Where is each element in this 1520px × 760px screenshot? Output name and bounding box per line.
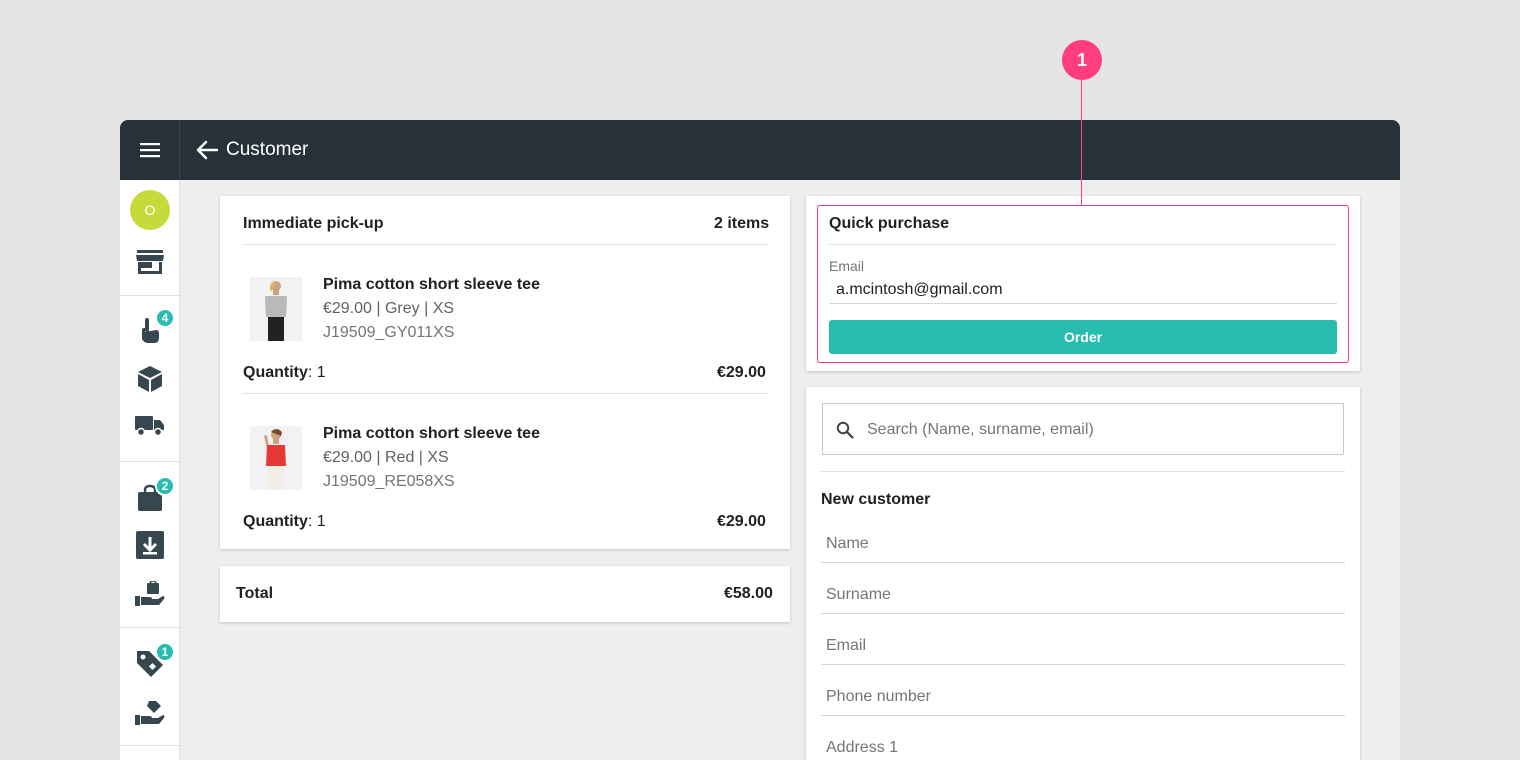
shirt-shape-red [266,445,286,466]
item-price: €29.00 [717,364,766,381]
item-price: €29.00 [717,513,766,530]
avatar: O [130,190,170,230]
email-field[interactable]: a.mcintosh@gmail.com [836,281,1003,299]
top-bar: Customer [120,120,1400,180]
quick-purchase-title: Quick purchase [829,215,950,232]
item-name: Pima cotton short sleeve tee [323,425,540,442]
quantity-value: : 1 [307,364,326,381]
quantity-label: Quantity [243,364,308,381]
back-button[interactable] [194,138,220,162]
quantity-label: Quantity [243,513,308,530]
quantity-value: : 1 [307,513,326,530]
product-thumbnail[interactable] [250,426,302,490]
name-field[interactable] [821,523,1345,563]
item-sku: J19509_RE058XS [323,473,455,490]
search-icon [836,421,854,439]
item-name: Pima cotton short sleeve tee [323,276,540,293]
item-quantity: Quantity: 1 [243,513,326,531]
hand-bag-icon [135,581,165,606]
item-variant: €29.00 | Grey | XS [323,300,455,317]
sidebar-divider [120,295,180,296]
sidebar-item-packages[interactable] [120,359,180,399]
divider [243,244,767,245]
sidebar: O 4 2 1 [120,180,180,760]
pickup-title: Immediate pick-up [243,215,384,232]
tag-count-badge: 1 [155,642,175,662]
address-input[interactable] [826,736,1336,760]
name-input[interactable] [826,532,1336,556]
product-thumbnail[interactable] [250,277,302,341]
callout-badge: 1 [1062,40,1102,80]
product-photo-icon [264,429,286,490]
surname-input[interactable] [826,583,1336,607]
sidebar-item-delivery[interactable] [120,406,180,446]
phone-field[interactable] [821,676,1345,716]
sidebar-item-store[interactable] [120,242,180,282]
sidebar-avatar[interactable]: O [120,190,180,230]
page-title: Customer [226,139,309,160]
sidebar-divider [120,745,180,746]
customer-search[interactable] [822,403,1344,455]
search-input[interactable] [867,418,1327,442]
sidebar-divider [120,627,180,628]
order-button[interactable]: Order [829,320,1337,354]
bag-count-badge: 2 [155,476,175,496]
divider [829,244,1337,245]
phone-input[interactable] [826,685,1336,709]
callout-line [1081,80,1082,206]
package-icon [138,366,162,392]
sidebar-item-handover[interactable] [120,574,180,614]
menu-button[interactable] [120,120,180,180]
truck-icon [135,416,164,437]
pick-count-badge: 4 [155,308,175,328]
hand-tag-icon [135,701,165,725]
item-variant: €29.00 | Red | XS [323,449,449,466]
app-window: Customer O 4 2 1 Immediate pick-up 2 ite… [120,120,1400,760]
sidebar-item-pick[interactable]: 4 [120,308,180,350]
hamburger-icon [139,143,160,158]
new-customer-title: New customer [821,491,931,508]
email-input[interactable] [826,634,1336,658]
shirt-shape-grey [265,296,287,317]
total-card [220,566,790,622]
product-photo-icon [265,281,287,341]
divider [243,393,767,394]
email-field-new[interactable] [821,625,1345,665]
store-icon [136,250,164,274]
download-box-icon [136,531,164,559]
item-sku: J19509_GY011XS [323,324,455,341]
sidebar-item-tags[interactable]: 1 [120,642,180,684]
sidebar-divider [120,461,180,462]
pickup-count: 2 items [714,215,770,232]
total-amount: €58.00 [724,585,773,602]
item-quantity: Quantity: 1 [243,364,326,382]
total-label: Total [236,585,274,602]
address-field[interactable] [821,727,1345,760]
arrow-left-icon [196,140,218,160]
email-label: Email [829,258,865,274]
surname-field[interactable] [821,574,1345,614]
sidebar-item-incoming[interactable] [120,525,180,565]
sidebar-item-bag[interactable]: 2 [120,476,180,518]
divider [821,471,1345,472]
sidebar-item-returns[interactable] [120,693,180,733]
divider [829,303,1337,304]
